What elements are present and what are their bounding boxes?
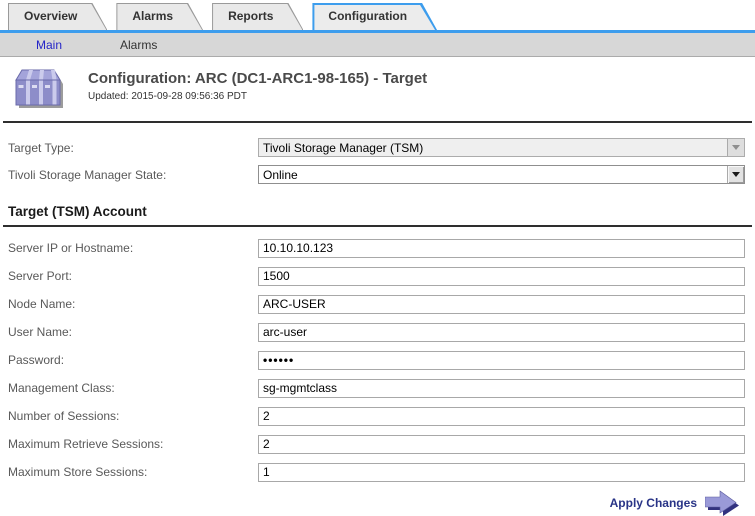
field-label: User Name:: [0, 325, 258, 339]
form-row-password: Password:: [0, 346, 755, 374]
tab-label: Overview: [8, 3, 107, 23]
section-divider: [3, 225, 752, 227]
field-label: Maximum Retrieve Sessions:: [0, 437, 258, 451]
form-row-server-ip: Server IP or Hostname:: [0, 234, 755, 262]
header-divider: [3, 121, 752, 123]
field-label: Number of Sessions:: [0, 409, 258, 423]
field-control: [258, 239, 745, 258]
form-row-management-class: Management Class:: [0, 374, 755, 402]
apply-changes-button[interactable]: Apply Changes: [610, 496, 697, 510]
header-text: Configuration: ARC (DC1-ARC1-98-165) - T…: [88, 64, 427, 102]
form-row-max-store-sessions: Maximum Store Sessions:: [0, 458, 755, 486]
field-control: [258, 323, 745, 342]
archive-node-icon: [10, 64, 66, 112]
field-label: Server Port:: [0, 269, 258, 283]
number-of-sessions-input[interactable]: [258, 407, 745, 426]
target-type-value: Tivoli Storage Manager (TSM): [259, 139, 727, 156]
field-control: [258, 435, 745, 454]
max-store-sessions-input[interactable]: [258, 463, 745, 482]
server-port-input[interactable]: [258, 267, 745, 286]
field-control: [258, 295, 745, 314]
field-control: [258, 379, 745, 398]
field-control: [258, 351, 745, 370]
sub-nav-bar: Main Alarms: [0, 33, 755, 57]
form-row-server-port: Server Port:: [0, 262, 755, 290]
field-label: Tivoli Storage Manager State:: [0, 168, 258, 182]
updated-timestamp: Updated: 2015-09-28 09:56:36 PDT: [88, 91, 427, 102]
target-type-select: Tivoli Storage Manager (TSM): [258, 138, 745, 157]
field-label: Target Type:: [0, 141, 258, 155]
page-header: Configuration: ARC (DC1-ARC1-98-165) - T…: [0, 57, 755, 112]
field-control: [258, 463, 745, 482]
field-label: Maximum Store Sessions:: [0, 465, 258, 479]
tab-bar: Overview Alarms Reports Configuration: [0, 0, 755, 33]
section-title-target-tsm-account: Target (TSM) Account: [0, 204, 755, 219]
field-control: Online: [258, 165, 745, 184]
tab-reports[interactable]: Reports: [212, 3, 303, 30]
server-ip-input[interactable]: [258, 239, 745, 258]
tab-configuration[interactable]: Configuration: [312, 3, 437, 30]
form-row-number-of-sessions: Number of Sessions:: [0, 402, 755, 430]
chevron-down-icon: [732, 145, 740, 150]
apply-changes-arrow-icon[interactable]: [705, 490, 741, 516]
field-label: Management Class:: [0, 381, 258, 395]
tab-alarms[interactable]: Alarms: [116, 3, 203, 30]
max-retrieve-sessions-input[interactable]: [258, 435, 745, 454]
tab-label: Alarms: [116, 3, 203, 23]
password-input[interactable]: [258, 351, 745, 370]
node-name-input[interactable]: [258, 295, 745, 314]
tab-overview[interactable]: Overview: [8, 3, 107, 30]
subnav-item-alarms[interactable]: Alarms: [120, 38, 157, 52]
subnav-item-main[interactable]: Main: [36, 38, 62, 52]
tsm-state-select[interactable]: Online: [258, 165, 745, 184]
field-label: Password:: [0, 353, 258, 367]
tsm-state-value: Online: [259, 166, 727, 183]
apply-changes-row: Apply Changes: [0, 490, 741, 516]
user-name-input[interactable]: [258, 323, 745, 342]
dropdown-arrow-button: [727, 139, 744, 156]
tsm-account-fields: Server IP or Hostname: Server Port: Node…: [0, 234, 755, 486]
field-control: Tivoli Storage Manager (TSM): [258, 138, 745, 157]
management-class-input[interactable]: [258, 379, 745, 398]
field-label: Node Name:: [0, 297, 258, 311]
target-settings: Target Type: Tivoli Storage Manager (TSM…: [0, 134, 755, 188]
form-row-user-name: User Name:: [0, 318, 755, 346]
form-row-node-name: Node Name:: [0, 290, 755, 318]
field-label: Server IP or Hostname:: [0, 241, 258, 255]
chevron-down-icon: [732, 172, 740, 177]
form-row-target-type: Target Type: Tivoli Storage Manager (TSM…: [0, 134, 755, 161]
field-control: [258, 407, 745, 426]
tab-label: Configuration: [312, 3, 437, 23]
form-row-max-retrieve-sessions: Maximum Retrieve Sessions:: [0, 430, 755, 458]
tab-label: Reports: [212, 3, 303, 23]
field-control: [258, 267, 745, 286]
page-title: Configuration: ARC (DC1-ARC1-98-165) - T…: [88, 70, 427, 87]
dropdown-arrow-button[interactable]: [727, 166, 744, 183]
form-row-tsm-state: Tivoli Storage Manager State: Online: [0, 161, 755, 188]
